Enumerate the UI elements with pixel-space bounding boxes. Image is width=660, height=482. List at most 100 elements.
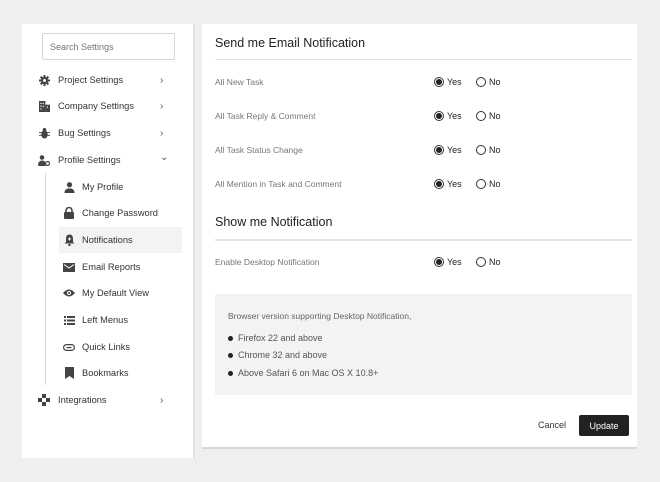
radio-checked-icon (434, 257, 444, 267)
building-icon (38, 100, 50, 112)
submenu-divider (45, 173, 46, 385)
setting-row: Enable Desktop Notification Yes No (215, 255, 632, 271)
setting-row: All New Task Yes No (215, 75, 632, 91)
sub-nav-notifications[interactable]: Notifications (59, 227, 182, 253)
sub-nav-label: My Default View (82, 288, 149, 298)
sub-nav-change-password[interactable]: Change Password (59, 200, 182, 226)
setting-row: All Mention in Task and Comment Yes No (215, 177, 632, 193)
chevron-right-icon: › (160, 100, 164, 112)
info-list-item: Above Safari 6 on Mac OS X 10.8+ (228, 368, 378, 378)
sub-nav-label: Email Reports (82, 262, 141, 272)
setting-label: All Mention in Task and Comment (215, 179, 342, 189)
yes-radio[interactable]: Yes (434, 145, 462, 155)
radio-unchecked-icon (476, 257, 486, 267)
sub-nav-email-reports[interactable]: Email Reports (59, 254, 182, 280)
cancel-button[interactable]: Cancel (538, 420, 566, 430)
integrations-icon (38, 394, 50, 406)
no-label: No (489, 145, 501, 155)
chevron-right-icon: › (160, 394, 164, 406)
yes-label: Yes (447, 77, 462, 87)
lock-icon (63, 207, 75, 219)
radio-checked-icon (434, 111, 444, 121)
gear-icon (38, 74, 50, 86)
no-radio[interactable]: No (476, 111, 501, 121)
info-title: Browser version supporting Desktop Notif… (228, 311, 412, 321)
radio-unchecked-icon (476, 145, 486, 155)
info-item-text: Firefox 22 and above (238, 333, 323, 343)
update-button[interactable]: Update (579, 415, 629, 436)
yes-radio[interactable]: Yes (434, 77, 462, 87)
no-label: No (489, 179, 501, 189)
setting-label: All Task Reply & Comment (215, 111, 316, 121)
info-list-item: Chrome 32 and above (228, 350, 327, 360)
yes-label: Yes (447, 145, 462, 155)
chevron-right-icon: › (160, 74, 164, 86)
sub-nav-label: Change Password (82, 208, 158, 218)
no-radio[interactable]: No (476, 145, 501, 155)
nav-label: Integrations (58, 395, 107, 405)
nav-label: Company Settings (58, 101, 134, 111)
nav-label: Bug Settings (58, 128, 111, 138)
user-icon (63, 181, 75, 193)
sub-nav-label: Bookmarks (82, 368, 129, 378)
chevron-down-icon: ⌄ (160, 152, 169, 163)
info-item-text: Chrome 32 and above (238, 350, 328, 360)
browser-support-info: Browser version supporting Desktop Notif… (215, 294, 632, 395)
radio-unchecked-icon (476, 77, 486, 87)
envelope-icon (63, 261, 75, 273)
setting-row: All Task Status Change Yes No (215, 143, 632, 159)
nav-integrations[interactable]: Integrations › (22, 387, 195, 413)
yes-label: Yes (447, 111, 462, 121)
setting-label: All Task Status Change (215, 145, 303, 155)
sub-nav-bookmarks[interactable]: Bookmarks (59, 360, 182, 386)
bullet-icon (228, 335, 233, 341)
yes-radio[interactable]: Yes (434, 257, 462, 267)
no-radio[interactable]: No (476, 77, 501, 87)
info-list-item: Firefox 22 and above (228, 333, 323, 343)
sub-nav-label: Quick Links (82, 342, 131, 352)
user-gear-icon (38, 154, 50, 166)
bullet-icon (228, 370, 233, 376)
no-radio[interactable]: No (476, 179, 501, 189)
chevron-right-icon: › (160, 127, 164, 139)
sub-nav-my-default-view[interactable]: My Default View (59, 280, 182, 306)
nav-label: Project Settings (58, 75, 124, 85)
email-notification-title: Send me Email Notification (215, 36, 366, 50)
sub-nav-my-profile[interactable]: My Profile (59, 174, 182, 200)
show-notification-title: Show me Notification (215, 215, 333, 229)
bookmark-icon (63, 367, 75, 379)
bell-icon (63, 234, 75, 246)
settings-sidebar: Project Settings › Company Settings › Bu… (22, 24, 195, 458)
nav-project-settings[interactable]: Project Settings › (22, 67, 195, 93)
radio-checked-icon (434, 145, 444, 155)
search-settings-input[interactable] (42, 33, 175, 60)
bug-icon (38, 127, 50, 139)
nav-bug-settings[interactable]: Bug Settings › (22, 120, 195, 146)
sub-nav-label: Notifications (82, 235, 133, 245)
no-label: No (489, 77, 501, 87)
sub-nav-quick-links[interactable]: Quick Links (59, 334, 182, 360)
eye-icon (63, 287, 75, 299)
sub-nav-left-menus[interactable]: Left Menus (59, 307, 182, 333)
radio-unchecked-icon (476, 111, 486, 121)
no-label: No (489, 257, 501, 267)
list-icon (63, 314, 75, 326)
radio-checked-icon (434, 77, 444, 87)
nav-company-settings[interactable]: Company Settings › (22, 93, 195, 119)
sub-nav-label: Left Menus (82, 315, 128, 325)
setting-row: All Task Reply & Comment Yes No (215, 109, 632, 125)
nav-label: Profile Settings (58, 155, 121, 165)
setting-label: All New Task (215, 77, 264, 87)
yes-radio[interactable]: Yes (434, 179, 462, 189)
setting-label: Enable Desktop Notification (215, 257, 320, 267)
radio-unchecked-icon (476, 179, 486, 189)
yes-label: Yes (447, 179, 462, 189)
bullet-icon (228, 352, 233, 358)
divider (215, 59, 632, 60)
link-icon (63, 341, 75, 353)
yes-label: Yes (447, 257, 462, 267)
no-radio[interactable]: No (476, 257, 501, 267)
notification-settings-panel: Send me Email Notification All New Task … (202, 24, 637, 449)
yes-radio[interactable]: Yes (434, 111, 462, 121)
nav-profile-settings[interactable]: Profile Settings ⌄ (22, 147, 195, 173)
